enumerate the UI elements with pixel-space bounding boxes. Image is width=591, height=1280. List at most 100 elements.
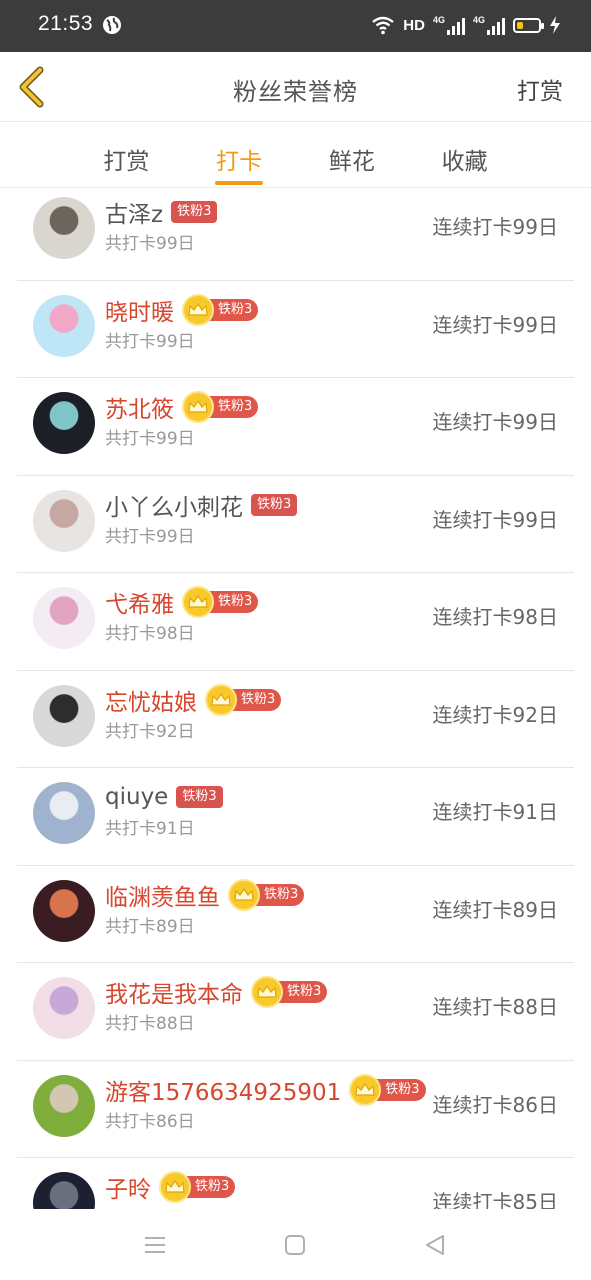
- streak-days: 连续打卡99日: [432, 215, 558, 239]
- fan-badge-group: 铁粉3: [171, 201, 218, 223]
- system-nav-bar: [0, 1209, 591, 1280]
- hd-label: HD: [403, 16, 425, 34]
- fan-badge-group: 铁粉3: [205, 683, 282, 716]
- fan-badge-group: 铁粉3: [251, 976, 328, 1008]
- crown-icon: [205, 683, 237, 716]
- fan-row[interactable]: 小丫么小刺花 铁粉3 共打卡99日 连续打卡99日: [17, 476, 574, 573]
- fan-row[interactable]: 苏北筱 铁粉3 共打卡99日 连续打卡99日: [17, 378, 574, 476]
- girl-avatar[interactable]: [33, 392, 95, 454]
- bokeh-avatar[interactable]: [33, 879, 95, 942]
- status-icons: HD 4G 4G: [371, 10, 561, 40]
- fan-row[interactable]: 子昤 铁粉3 连续打卡85日: [17, 1158, 574, 1209]
- tab-bar: 打赏 打卡 鲜花 收藏: [0, 122, 591, 188]
- fan-row[interactable]: 临渊羡鱼鱼 铁粉3 共打卡89日 连续打卡89日: [17, 866, 574, 963]
- reward-button[interactable]: 打赏: [517, 72, 563, 106]
- name-line: 晓时暖 铁粉3: [105, 293, 259, 326]
- fan-row[interactable]: qiuye 铁粉3 共打卡91日 连续打卡91日: [17, 768, 574, 866]
- fan-name: 弋希雅: [105, 592, 174, 618]
- fan-row[interactable]: 忘忧姑娘 铁粉3 共打卡92日 连续打卡92日: [17, 671, 574, 768]
- mountain-avatar[interactable]: [33, 782, 95, 844]
- name-line: 小丫么小刺花 铁粉3: [105, 490, 298, 521]
- name-line: 我花是我本命 铁粉3: [105, 976, 328, 1008]
- name-line: 忘忧姑娘 铁粉3: [105, 683, 282, 716]
- crown-icon: [182, 586, 214, 618]
- name-line: 临渊羡鱼鱼 铁粉3: [105, 878, 305, 911]
- status-bar: 21:53 HD 4G 4G: [0, 0, 591, 52]
- signal-2: 4G: [472, 14, 505, 35]
- fan-name: 小丫么小刺花: [105, 494, 243, 521]
- crown-icon: [159, 1171, 191, 1203]
- fan-badge-group: 铁粉3: [228, 878, 305, 911]
- boy-avatar[interactable]: [33, 684, 95, 747]
- active-tab-indicator: [215, 181, 264, 185]
- home-icon[interactable]: [281, 1231, 309, 1259]
- dark-boy-avatar[interactable]: [33, 1172, 95, 1209]
- tab-favorites[interactable]: 收藏: [408, 122, 591, 187]
- signal-bars-icon: [446, 17, 465, 35]
- fan-level-badge: 铁粉3: [251, 493, 298, 516]
- girl-avatar[interactable]: [33, 294, 95, 357]
- fan-name: qiuye: [105, 784, 169, 810]
- crown-icon: [228, 878, 260, 911]
- battery-level: [517, 21, 523, 29]
- total-checkins: 共打卡86日: [105, 1111, 195, 1132]
- globe-icon: [103, 16, 121, 34]
- anime-girl-avatar[interactable]: [33, 977, 95, 1039]
- fan-list: 古泽z 铁粉3 共打卡99日 连续打卡99日 晓时暖 铁粉3 共打卡99日 连续…: [0, 189, 591, 1209]
- panda-avatar[interactable]: [33, 197, 95, 259]
- tab-reward[interactable]: 打赏: [0, 122, 183, 187]
- tab-label: 鲜花: [328, 149, 375, 175]
- wifi-icon: [372, 16, 395, 35]
- streak-days: 连续打卡99日: [432, 410, 558, 434]
- fan-row[interactable]: 游客1576634925901 铁粉3 共打卡86日 连续打卡86日: [17, 1061, 574, 1158]
- fan-name: 子昤: [105, 1177, 151, 1203]
- name-line: qiuye 铁粉3: [105, 782, 223, 812]
- name-line: 古泽z 铁粉3: [105, 197, 218, 228]
- total-checkins: 共打卡99日: [105, 331, 195, 352]
- streak-days: 连续打卡99日: [432, 312, 558, 337]
- streak-days: 连续打卡99日: [432, 507, 558, 532]
- fan-badge-group: 铁粉3: [182, 293, 259, 326]
- tab-label: 打卡: [216, 149, 263, 175]
- fan-row[interactable]: 古泽z 铁粉3 共打卡99日 连续打卡99日: [17, 189, 574, 281]
- total-checkins: 共打卡89日: [105, 916, 195, 937]
- signal-2-label: 4G: [472, 14, 485, 25]
- tab-checkin[interactable]: 打卡: [183, 122, 296, 187]
- fan-badge-group: 铁粉3: [182, 586, 259, 618]
- streak-days: 连续打卡91日: [432, 800, 558, 824]
- streak-days: 连续打卡98日: [432, 605, 558, 629]
- fan-name: 晓时暖: [105, 299, 174, 326]
- signal-bars-icon: [487, 17, 505, 35]
- fan-name: 我花是我本命: [105, 982, 243, 1008]
- crown-icon: [251, 976, 283, 1008]
- total-checkins: 共打卡98日: [105, 624, 195, 644]
- cat-avatar[interactable]: [33, 1074, 95, 1137]
- bunny-avatar[interactable]: [33, 587, 95, 649]
- signal-1-label: 4G: [432, 14, 445, 25]
- tab-flowers[interactable]: 鲜花: [296, 122, 409, 187]
- fan-level-badge: 铁粉3: [176, 786, 223, 808]
- fan-badge-group: 铁粉3: [176, 786, 223, 808]
- fan-level-badge: 铁粉3: [171, 201, 218, 223]
- hands-avatar[interactable]: [33, 489, 95, 552]
- fan-badge-group: 铁粉3: [182, 391, 259, 423]
- name-line: 子昤 铁粉3: [105, 1171, 236, 1203]
- fan-row[interactable]: 弋希雅 铁粉3 共打卡98日 连续打卡98日: [17, 573, 574, 671]
- fan-row[interactable]: 我花是我本命 铁粉3 共打卡88日 连续打卡88日: [17, 963, 574, 1061]
- fan-list-viewport[interactable]: 古泽z 铁粉3 共打卡99日 连续打卡99日 晓时暖 铁粉3 共打卡99日 连续…: [0, 189, 591, 1209]
- fan-badge-group: 铁粉3: [251, 493, 298, 516]
- fan-level-badge: 铁粉3: [373, 1078, 426, 1101]
- total-checkins: 共打卡92日: [105, 721, 195, 742]
- tab-label: 打赏: [103, 149, 150, 175]
- streak-days: 连续打卡85日: [432, 1190, 558, 1209]
- signal-1: 4G: [432, 14, 465, 35]
- menu-icon[interactable]: [141, 1231, 169, 1259]
- fan-row[interactable]: 晓时暖 铁粉3 共打卡99日 连续打卡99日: [17, 281, 574, 378]
- page-title: 粉丝荣誉榜: [233, 78, 358, 106]
- battery-icon: [513, 17, 544, 33]
- fan-name: 忘忧姑娘: [105, 689, 197, 716]
- back-triangle-icon[interactable]: [421, 1231, 449, 1259]
- fan-name: 古泽z: [105, 202, 164, 228]
- streak-days: 连续打卡86日: [432, 1092, 558, 1117]
- charging-icon: [550, 16, 560, 34]
